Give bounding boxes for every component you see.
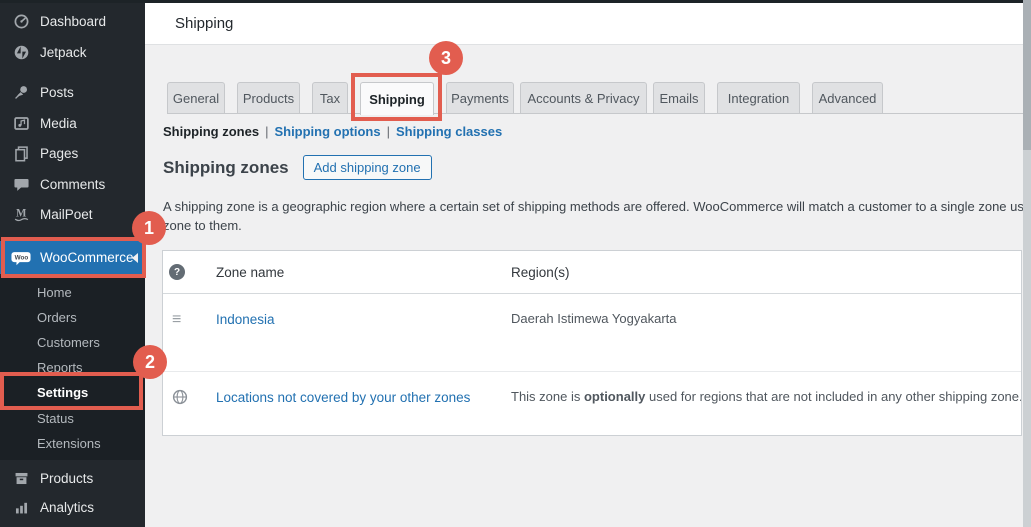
dashboard-icon (11, 13, 31, 31)
sidebar-item-label: Analytics (40, 500, 94, 515)
submenu-item-status[interactable]: Status (0, 406, 145, 431)
shipping-subnav: Shipping zones | Shipping options | Ship… (163, 124, 502, 139)
jetpack-icon (11, 44, 31, 62)
tab-shipping[interactable]: Shipping (360, 82, 434, 115)
annotation-step-3-badge: 3 (429, 41, 463, 75)
sidebar-item-label: WooCommerce (40, 250, 134, 265)
sidebar-item-jetpack[interactable]: Jetpack (0, 39, 145, 66)
sidebar-item-label: Posts (40, 85, 74, 100)
woocommerce-shipping-settings-page: Dashboard Jetpack Posts Media Pages (0, 0, 1031, 527)
sidebar-item-dashboard[interactable]: Dashboard (0, 8, 145, 35)
sidebar-item-label: Products (40, 471, 93, 486)
tab-accounts-privacy[interactable]: Accounts & Privacy (520, 82, 647, 114)
subnav-link-shipping-classes[interactable]: Shipping classes (396, 124, 502, 139)
sidebar-item-mailpoet[interactable]: M MailPoet (0, 201, 145, 228)
table-row-indonesia: ≡ Indonesia Daerah Istimewa Yogyakarta (163, 294, 1021, 372)
submenu-item-settings[interactable]: Settings (0, 380, 145, 405)
pages-icon (11, 145, 31, 163)
bar-chart-icon (11, 499, 31, 517)
woocommerce-icon: Woo (11, 249, 31, 267)
tab-integration[interactable]: Integration (717, 82, 800, 114)
woocommerce-submenu: Home Orders Customers Reports Settings S… (0, 276, 145, 460)
help-icon[interactable]: ? (169, 264, 185, 280)
mailpoet-icon: M (11, 206, 31, 224)
page-header: Shipping (145, 3, 1023, 45)
admin-top-bar (0, 0, 1031, 3)
submenu-arrow-icon (132, 253, 138, 263)
globe-icon (172, 392, 188, 409)
submenu-item-customers[interactable]: Customers (0, 330, 145, 355)
annotation-step-2-badge: 2 (133, 345, 167, 379)
shipping-zones-heading-row: Shipping zones Add shipping zone (163, 155, 432, 180)
tab-emails[interactable]: Emails (653, 82, 705, 114)
description-line-2: zone to them. (163, 216, 1031, 235)
sidebar-item-label: MailPoet (40, 207, 93, 222)
zone-link-indonesia[interactable]: Indonesia (216, 312, 275, 327)
sidebar-item-posts[interactable]: Posts (0, 79, 145, 106)
sidebar-item-label: Media (40, 116, 77, 131)
tab-advanced[interactable]: Advanced (812, 82, 883, 114)
submenu-item-extensions[interactable]: Extensions (0, 431, 145, 456)
submenu-item-orders[interactable]: Orders (0, 305, 145, 330)
tab-general[interactable]: General (167, 82, 225, 114)
column-header-regions: Region(s) (511, 265, 1021, 280)
add-shipping-zone-button[interactable]: Add shipping zone (303, 155, 432, 180)
table-header-row: ? Zone name Region(s) (163, 251, 1021, 294)
subnav-separator: | (265, 124, 268, 139)
zone-link-locations-not-covered[interactable]: Locations not covered by your other zone… (216, 390, 470, 405)
annotation-step-1-badge: 1 (132, 211, 166, 245)
shipping-zones-description: A shipping zone is a geographic region w… (163, 197, 1031, 235)
sidebar-item-analytics[interactable]: Analytics (0, 494, 145, 521)
comment-bubble-icon (11, 176, 31, 194)
admin-sidebar: Dashboard Jetpack Posts Media Pages (0, 0, 145, 527)
shipping-zones-table: ? Zone name Region(s) ≡ Indonesia Daerah… (162, 250, 1022, 436)
sidebar-item-label: Pages (40, 146, 78, 161)
sidebar-item-pages[interactable]: Pages (0, 140, 145, 167)
media-icon (11, 115, 31, 133)
zone-regions: This zone is optionally used for regions… (511, 372, 1021, 433)
sidebar-item-media[interactable]: Media (0, 110, 145, 137)
subnav-separator: | (387, 124, 390, 139)
svg-text:M: M (16, 208, 27, 220)
tab-products[interactable]: Products (237, 82, 300, 114)
submenu-item-reports[interactable]: Reports (0, 355, 145, 380)
pushpin-icon (11, 84, 31, 102)
sidebar-item-woocommerce[interactable]: Woo WooCommerce (0, 241, 145, 274)
section-heading: Shipping zones (163, 158, 289, 178)
sidebar-item-products[interactable]: Products (0, 465, 145, 492)
page-title: Shipping (145, 3, 1023, 44)
drag-handle-icon[interactable]: ≡ (172, 314, 181, 326)
subnav-link-shipping-options[interactable]: Shipping options (274, 124, 380, 139)
submenu-item-home[interactable]: Home (0, 280, 145, 305)
table-row-locations-not-covered: Locations not covered by your other zone… (163, 372, 1021, 433)
tab-tax[interactable]: Tax (312, 82, 348, 114)
svg-text:Woo: Woo (15, 254, 29, 261)
sidebar-item-label: Comments (40, 177, 105, 192)
scrollbar-thumb[interactable] (1023, 0, 1031, 150)
zone-regions: Daerah Istimewa Yogyakarta (511, 294, 1021, 371)
sidebar-item-label: Dashboard (40, 14, 106, 29)
column-header-zone-name: Zone name (216, 265, 511, 280)
tab-payments[interactable]: Payments (446, 82, 514, 114)
subnav-current-shipping-zones[interactable]: Shipping zones (163, 124, 259, 139)
sidebar-item-comments[interactable]: Comments (0, 171, 145, 198)
products-box-icon (11, 470, 31, 488)
vertical-scrollbar[interactable] (1023, 0, 1031, 527)
description-line-1: A shipping zone is a geographic region w… (163, 197, 1031, 216)
sidebar-item-label: Jetpack (40, 45, 87, 60)
